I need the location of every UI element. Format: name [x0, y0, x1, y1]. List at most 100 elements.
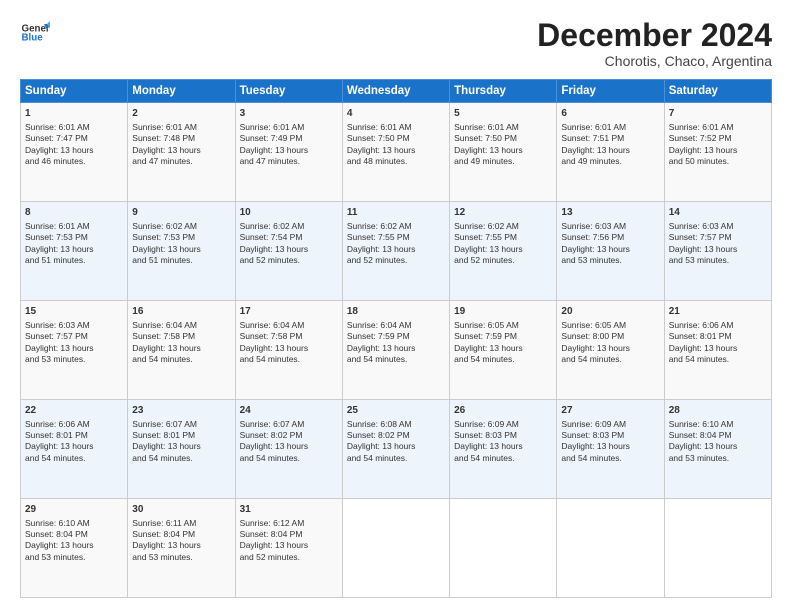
day-info-line: Sunset: 7:57 PM	[25, 331, 123, 342]
day-info-line: Sunrise: 6:09 AM	[561, 419, 659, 430]
day-info-line: Daylight: 13 hours	[454, 441, 552, 452]
calendar-cell: 20Sunrise: 6:05 AMSunset: 8:00 PMDayligh…	[557, 301, 664, 400]
calendar-cell	[450, 499, 557, 598]
day-info-line: Daylight: 13 hours	[454, 244, 552, 255]
calendar-cell: 26Sunrise: 6:09 AMSunset: 8:03 PMDayligh…	[450, 400, 557, 499]
weekday-thursday: Thursday	[450, 80, 557, 103]
day-info-line: and 50 minutes.	[669, 156, 767, 167]
day-info-line: Daylight: 13 hours	[25, 244, 123, 255]
title-block: December 2024 Chorotis, Chaco, Argentina	[537, 18, 772, 69]
weekday-wednesday: Wednesday	[342, 80, 449, 103]
day-number: 1	[25, 107, 123, 121]
day-info-line: and 52 minutes.	[347, 255, 445, 266]
weekday-saturday: Saturday	[664, 80, 771, 103]
day-number: 16	[132, 305, 230, 319]
day-info-line: and 54 minutes.	[132, 453, 230, 464]
calendar-cell: 5Sunrise: 6:01 AMSunset: 7:50 PMDaylight…	[450, 103, 557, 202]
calendar-cell: 19Sunrise: 6:05 AMSunset: 7:59 PMDayligh…	[450, 301, 557, 400]
day-number: 15	[25, 305, 123, 319]
day-info-line: and 54 minutes.	[240, 354, 338, 365]
day-info-line: Sunset: 7:50 PM	[347, 133, 445, 144]
day-info-line: Sunset: 8:03 PM	[561, 430, 659, 441]
day-info-line: Sunset: 7:48 PM	[132, 133, 230, 144]
calendar-cell: 15Sunrise: 6:03 AMSunset: 7:57 PMDayligh…	[21, 301, 128, 400]
subtitle: Chorotis, Chaco, Argentina	[537, 53, 772, 69]
day-number: 24	[240, 404, 338, 418]
day-info-line: Daylight: 13 hours	[669, 145, 767, 156]
day-info-line: Daylight: 13 hours	[347, 441, 445, 452]
day-number: 23	[132, 404, 230, 418]
day-info-line: Sunrise: 6:04 AM	[132, 320, 230, 331]
day-number: 13	[561, 206, 659, 220]
day-info-line: and 54 minutes.	[454, 453, 552, 464]
day-number: 12	[454, 206, 552, 220]
day-info-line: and 51 minutes.	[132, 255, 230, 266]
day-info-line: Sunrise: 6:06 AM	[669, 320, 767, 331]
day-info-line: Daylight: 13 hours	[132, 145, 230, 156]
day-info-line: and 48 minutes.	[347, 156, 445, 167]
day-info-line: Sunset: 8:04 PM	[132, 529, 230, 540]
day-info-line: Sunset: 8:01 PM	[669, 331, 767, 342]
day-info-line: Daylight: 13 hours	[25, 540, 123, 551]
day-info-line: Sunset: 7:49 PM	[240, 133, 338, 144]
day-info-line: Sunrise: 6:03 AM	[25, 320, 123, 331]
calendar-table: SundayMondayTuesdayWednesdayThursdayFrid…	[20, 79, 772, 598]
calendar-cell: 10Sunrise: 6:02 AMSunset: 7:54 PMDayligh…	[235, 202, 342, 301]
calendar-cell: 24Sunrise: 6:07 AMSunset: 8:02 PMDayligh…	[235, 400, 342, 499]
day-info-line: Sunset: 7:53 PM	[132, 232, 230, 243]
day-info-line: and 46 minutes.	[25, 156, 123, 167]
day-info-line: Daylight: 13 hours	[347, 343, 445, 354]
day-info-line: and 54 minutes.	[454, 354, 552, 365]
day-info-line: and 47 minutes.	[240, 156, 338, 167]
header: General Blue December 2024 Chorotis, Cha…	[20, 18, 772, 69]
day-info-line: and 54 minutes.	[561, 453, 659, 464]
calendar-cell: 3Sunrise: 6:01 AMSunset: 7:49 PMDaylight…	[235, 103, 342, 202]
weekday-monday: Monday	[128, 80, 235, 103]
day-info-line: Sunrise: 6:01 AM	[454, 122, 552, 133]
day-info-line: Sunset: 8:04 PM	[25, 529, 123, 540]
day-info-line: Sunrise: 6:11 AM	[132, 518, 230, 529]
day-info-line: Daylight: 13 hours	[240, 244, 338, 255]
calendar-cell: 28Sunrise: 6:10 AMSunset: 8:04 PMDayligh…	[664, 400, 771, 499]
day-info-line: Daylight: 13 hours	[240, 145, 338, 156]
calendar-cell: 27Sunrise: 6:09 AMSunset: 8:03 PMDayligh…	[557, 400, 664, 499]
weekday-friday: Friday	[557, 80, 664, 103]
day-info-line: Daylight: 13 hours	[240, 540, 338, 551]
day-info-line: Sunset: 7:53 PM	[25, 232, 123, 243]
day-number: 31	[240, 503, 338, 517]
calendar-cell: 22Sunrise: 6:06 AMSunset: 8:01 PMDayligh…	[21, 400, 128, 499]
day-info-line: and 49 minutes.	[561, 156, 659, 167]
day-info-line: Sunset: 7:57 PM	[669, 232, 767, 243]
day-info-line: Sunrise: 6:09 AM	[454, 419, 552, 430]
calendar-cell: 29Sunrise: 6:10 AMSunset: 8:04 PMDayligh…	[21, 499, 128, 598]
day-number: 14	[669, 206, 767, 220]
day-info-line: Sunrise: 6:03 AM	[561, 221, 659, 232]
day-info-line: Sunrise: 6:12 AM	[240, 518, 338, 529]
calendar-week-3: 15Sunrise: 6:03 AMSunset: 7:57 PM Dayligh…	[21, 301, 772, 400]
svg-text:Blue: Blue	[22, 33, 44, 44]
day-number: 20	[561, 305, 659, 319]
day-info-line: and 51 minutes.	[25, 255, 123, 266]
day-info-line: and 53 minutes.	[669, 255, 767, 266]
day-info-line: and 53 minutes.	[132, 552, 230, 563]
day-info-line: and 54 minutes.	[240, 453, 338, 464]
day-info-line: Sunset: 7:55 PM	[347, 232, 445, 243]
day-info-line: Sunrise: 6:10 AM	[25, 518, 123, 529]
day-info-line: Sunset: 7:52 PM	[669, 133, 767, 144]
weekday-tuesday: Tuesday	[235, 80, 342, 103]
day-info-line: Sunset: 8:02 PM	[240, 430, 338, 441]
day-info-line: Sunrise: 6:05 AM	[561, 320, 659, 331]
day-number: 26	[454, 404, 552, 418]
calendar-cell: 12Sunrise: 6:02 AMSunset: 7:55 PMDayligh…	[450, 202, 557, 301]
day-info-line: and 53 minutes.	[669, 453, 767, 464]
day-number: 25	[347, 404, 445, 418]
day-info-line: and 54 minutes.	[25, 453, 123, 464]
day-info-line: Daylight: 13 hours	[132, 343, 230, 354]
calendar-cell: 4Sunrise: 6:01 AMSunset: 7:50 PMDaylight…	[342, 103, 449, 202]
day-info-line: Sunrise: 6:05 AM	[454, 320, 552, 331]
day-info-line: Sunset: 8:01 PM	[132, 430, 230, 441]
day-info-line: Sunrise: 6:01 AM	[347, 122, 445, 133]
calendar-cell: 6Sunrise: 6:01 AMSunset: 7:51 PMDaylight…	[557, 103, 664, 202]
day-info-line: Daylight: 13 hours	[561, 441, 659, 452]
day-info-line: Sunset: 8:04 PM	[240, 529, 338, 540]
